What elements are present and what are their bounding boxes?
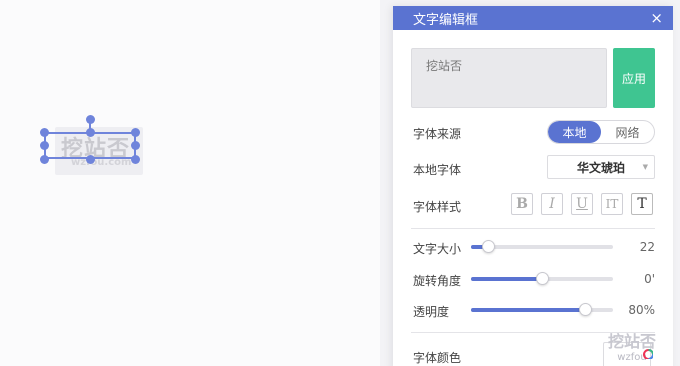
rotation-label: 旋转角度: [413, 274, 462, 288]
apply-button[interactable]: 应用: [613, 48, 655, 108]
opacity-slider[interactable]: [471, 303, 613, 316]
divider: [411, 228, 655, 229]
font-color-label: 字体颜色: [413, 351, 462, 365]
text-size-slider[interactable]: [471, 240, 613, 253]
text-size-value: 22: [639, 240, 655, 254]
italic-button[interactable]: I: [541, 193, 563, 215]
opacity-value: 80%: [628, 303, 655, 317]
rotate-handle[interactable]: [86, 115, 95, 124]
resize-handle-right[interactable]: [131, 141, 140, 150]
bold-button[interactable]: B: [511, 193, 533, 215]
text-input[interactable]: 挖站否: [411, 48, 607, 108]
resize-handle-left[interactable]: [40, 141, 49, 150]
font-source-local[interactable]: 本地: [548, 121, 601, 143]
font-source-web[interactable]: 网络: [601, 121, 654, 143]
rotation-value: 0': [644, 272, 655, 286]
local-font-select[interactable]: 华文琥珀 ▼: [547, 155, 655, 179]
panel-header: 文字编辑框 ×: [393, 6, 673, 30]
slider-fill: [471, 308, 585, 312]
font-source-label: 字体来源: [413, 127, 462, 141]
chevron-down-icon: ▼: [642, 163, 648, 171]
slider-knob[interactable]: [578, 303, 592, 316]
text-size-label: 文字大小: [413, 242, 462, 256]
font-style-label: 字体样式: [413, 200, 462, 214]
slider-knob[interactable]: [536, 272, 549, 285]
vertical-text-button[interactable]: IT: [601, 193, 623, 215]
resize-handle-top-left[interactable]: [40, 128, 49, 137]
slider-knob[interactable]: [482, 240, 496, 253]
text-shadow-button[interactable]: T: [631, 193, 653, 215]
resize-handle-bottom-right[interactable]: [131, 155, 140, 164]
opacity-label: 透明度: [413, 305, 450, 319]
font-source-toggle: 本地 网络: [547, 120, 655, 144]
color-wheel-icon[interactable]: [643, 349, 653, 359]
local-font-value: 华文琥珀: [576, 160, 625, 175]
underline-button[interactable]: U: [571, 193, 593, 215]
slider-fill: [471, 277, 542, 281]
text-edit-panel: 文字编辑框 × 挖站否 应用 字体来源 本地 网络 本地字体 华文琥珀 ▼ 字体…: [393, 6, 673, 366]
resize-handle-bottom[interactable]: [86, 155, 95, 164]
font-style-buttons: B I U IT T: [511, 193, 653, 215]
close-icon[interactable]: ×: [650, 10, 663, 26]
resize-handle-top[interactable]: [86, 128, 95, 137]
local-font-label: 本地字体: [413, 163, 462, 177]
resize-handle-bottom-left[interactable]: [40, 155, 49, 164]
resize-handle-top-right[interactable]: [131, 128, 140, 137]
rotation-slider[interactable]: [471, 272, 613, 285]
panel-title: 文字编辑框: [413, 12, 479, 28]
